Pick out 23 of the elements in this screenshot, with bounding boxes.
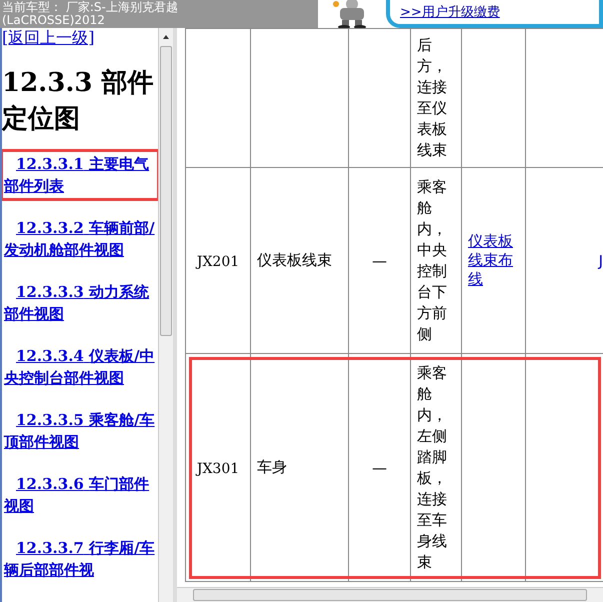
car-model-text: 当前车型： 厂家:S-上海别克君越 [2,1,179,14]
table-cell: JX301 [196,460,240,476]
section-link[interactable]: 12.3.3.2 车辆前部/发动机舱部件视图 [2,215,158,263]
section-link[interactable]: 12.3.3.6 车门部件视图 [2,471,158,519]
table-cell-text: 乘客舱内，中央控制台下方前侧 [417,176,448,344]
section-link[interactable]: 12.3.3.4 仪表板/中央控制台部件视图 [2,343,158,391]
car-model-text: (LaCROSSE)2012 [2,14,106,27]
table-cell: — [372,252,387,270]
section-link[interactable]: 12.3.3.5 乘客舱/车顶部件视图 [2,407,158,455]
table-cell-text: 乘客舱内，左侧踏脚板，连接至车身线束 [417,362,448,572]
back-link[interactable]: [返回上一级] [2,28,94,49]
section-link[interactable]: 12.3.3.3 动力系统部件视图 [2,279,158,327]
table-cell: JX201 [196,254,240,270]
upgrade-link[interactable]: >>用户升级缴费 [400,3,500,21]
table-link[interactable]: J [532,252,603,270]
horizontal-scrollbar[interactable] [177,587,603,602]
table-cell-text: 后方，连接至仪表板线束 [417,35,448,161]
table-cell: — [372,458,387,476]
table-cell: 仪表板线束 [257,251,332,269]
table-cell: 车身 [257,458,287,476]
vertical-scrollbar[interactable] [158,28,173,602]
section-link[interactable]: 12.3.3.1 主要电气部件列表 [2,151,158,199]
section-link[interactable]: 12.3.3.7 行李厢/车辆后部部件视 [2,535,158,583]
